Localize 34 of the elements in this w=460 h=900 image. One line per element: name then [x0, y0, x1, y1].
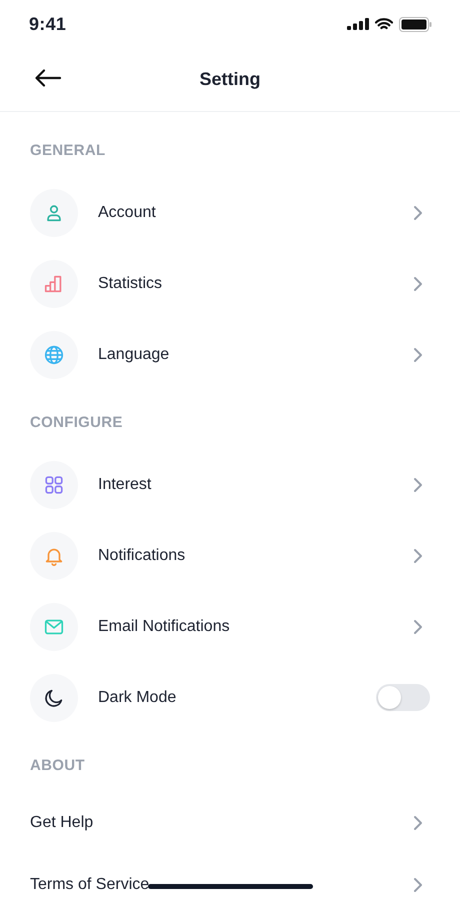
status-time: 9:41	[29, 14, 66, 34]
section-heading: GENERAL	[29, 141, 106, 161]
setting-label[interactable]: Statistics	[98, 274, 412, 292]
mail-icon	[30, 602, 78, 650]
back-button[interactable]	[34, 68, 62, 88]
setting-label[interactable]: Email Notifications	[98, 618, 412, 636]
setting-label[interactable]: Notifications	[98, 546, 412, 564]
chevron-icon	[412, 548, 424, 564]
chevron-icon	[412, 276, 424, 292]
wifi-icon	[375, 18, 393, 30]
chevron-icon	[412, 476, 424, 492]
toggle-switch[interactable]	[376, 684, 430, 711]
chevron-icon	[412, 815, 424, 831]
setting-label[interactable]: Get Help	[30, 814, 412, 832]
setting-label[interactable]: Account	[98, 204, 412, 222]
chevron-icon	[412, 204, 424, 220]
section-heading: ABOUT	[29, 756, 86, 776]
section-heading: CONFIGURE	[29, 413, 124, 433]
setting-label[interactable]: Language	[98, 346, 412, 364]
chevron-icon	[412, 877, 424, 893]
battery-icon	[399, 16, 432, 32]
bell-icon	[30, 532, 78, 580]
setting-label[interactable]: Dark Mode	[98, 688, 376, 706]
bar-chart-icon	[30, 260, 78, 308]
page-title: Setting	[200, 69, 260, 90]
chevron-icon	[412, 346, 424, 362]
signal-icon	[347, 18, 369, 30]
moon-icon	[30, 674, 78, 722]
person-icon	[30, 188, 78, 236]
setting-label[interactable]: Interest	[98, 476, 412, 494]
chevron-icon	[412, 618, 424, 634]
setting-label[interactable]: Terms of Service	[30, 876, 412, 894]
globe-icon	[30, 330, 78, 378]
grid-icon	[30, 460, 78, 508]
